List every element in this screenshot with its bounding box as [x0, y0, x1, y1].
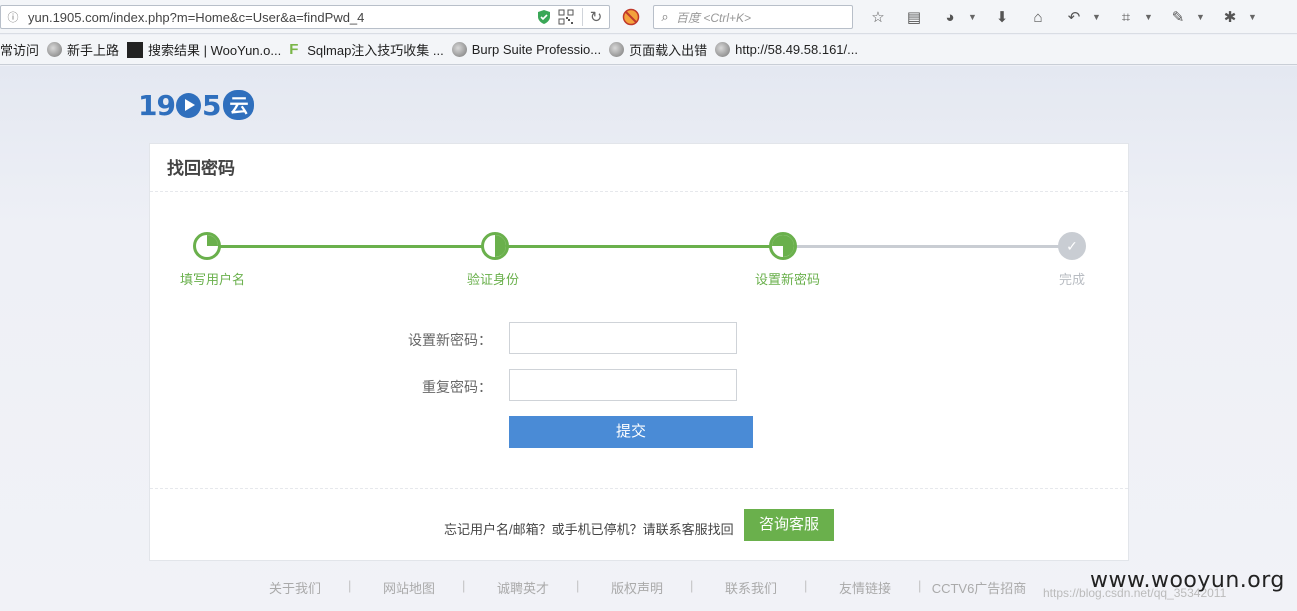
footer-link[interactable]: 诚聘英才: [462, 578, 580, 598]
bookmarks-bar: 常访问 新手上路 搜索结果 | WooYun.o... F Sqlmap注入技巧收…: [0, 35, 1297, 65]
footer-links: 关于我们 网站地图 诚聘英才 版权声明 联系我们 友情链接 CCTV6广告招商: [238, 578, 1058, 598]
step-connector: [796, 245, 1060, 248]
step-label: 填写用户名: [180, 272, 246, 287]
globe-icon: [47, 42, 63, 57]
bookmark-item[interactable]: 新手上路: [47, 40, 119, 59]
crop-icon[interactable]: ⌗: [1116, 7, 1136, 27]
footer-link[interactable]: 友情链接: [804, 578, 922, 598]
step-progress-fill: [207, 235, 218, 246]
bookmark-item[interactable]: 常访问: [0, 40, 39, 59]
repeat-password-row: 重复密码：: [150, 369, 1130, 401]
step-2-icon: [481, 232, 509, 260]
f-favicon-icon: F: [289, 41, 299, 58]
bookmark-label: 常访问: [0, 43, 40, 58]
bookmark-item[interactable]: 搜索结果 | WooYun.o...: [127, 40, 281, 59]
logo-text: 19: [138, 88, 176, 122]
shield-icon[interactable]: [536, 9, 552, 25]
chevron-down-icon[interactable]: ▼: [1248, 12, 1258, 22]
progress-steps: ✓ 填写用户名 验证身份 设置新密码 完成: [150, 232, 1130, 292]
qr-code-icon[interactable]: [558, 9, 574, 25]
search-icon: ⌕: [661, 9, 669, 24]
new-password-label: 设置新密码：: [408, 332, 492, 348]
step-label: 设置新密码: [755, 272, 821, 287]
wooyun-favicon-icon: [127, 41, 144, 58]
submit-button[interactable]: 提交: [509, 416, 753, 448]
chevron-down-icon[interactable]: ▼: [1144, 12, 1154, 22]
step-progress-fill: [783, 246, 794, 257]
chevron-down-icon[interactable]: ▼: [1196, 12, 1206, 22]
globe-icon: [715, 42, 731, 57]
bookmark-label: 搜索结果 | WooYun.o...: [148, 43, 282, 58]
address-bar[interactable]: ⓘ yun.1905.com/index.php?m=Home&c=User&a…: [0, 5, 610, 29]
globe-icon: [609, 42, 625, 57]
step-connector: [220, 245, 482, 248]
footer-link[interactable]: CCTV6广告招商: [918, 578, 1036, 598]
step-label: 完成: [1059, 272, 1086, 287]
footer-link[interactable]: 关于我们: [238, 578, 352, 598]
footer-link[interactable]: 版权声明: [576, 578, 694, 598]
play-icon: [175, 92, 201, 118]
toolbar-icons: ☆ ▤ ◕ ▼ ⬇ ⌂ ↶ ▼ ⌗ ▼ ✎ ▼ ✱ ▼: [860, 7, 1264, 27]
search-placeholder[interactable]: 百度 <Ctrl+K>: [676, 9, 751, 26]
chevron-down-icon[interactable]: ▼: [968, 12, 978, 22]
bookmark-label: http://58.49.58.161/...: [735, 42, 858, 57]
palette-icon[interactable]: ◕: [940, 7, 960, 27]
globe-icon: [451, 42, 467, 57]
reload-icon[interactable]: ↻: [583, 8, 609, 26]
footer-link[interactable]: 联系我们: [690, 578, 808, 598]
info-icon[interactable]: ⓘ: [4, 9, 22, 25]
step-connector: [508, 245, 770, 248]
bookmark-item[interactable]: 页面载入出错: [609, 40, 707, 59]
step-3-icon: [769, 232, 797, 260]
step-1-icon: [193, 232, 221, 260]
step-label: 验证身份: [467, 272, 520, 287]
step-progress-fill: [772, 235, 794, 246]
extension-icon[interactable]: ✎: [1168, 7, 1188, 27]
bookmark-label: 新手上路: [67, 43, 120, 58]
bookmark-label: Burp Suite Professio...: [471, 42, 602, 57]
footer-link[interactable]: 网站地图: [348, 578, 466, 598]
search-bar[interactable]: ⌕ 百度 <Ctrl+K>: [653, 5, 853, 29]
url-text[interactable]: yun.1905.com/index.php?m=Home&c=User&a=f…: [22, 10, 536, 25]
bookmark-item[interactable]: Burp Suite Professio...: [451, 42, 602, 57]
browser-toolbar: ⓘ yun.1905.com/index.php?m=Home&c=User&a…: [0, 0, 1297, 34]
step-progress-fill: [495, 235, 506, 257]
page-content: 19 5 云 找回密码 ✓ 填写用户名 验证身份 设置新密码 完成 设置新密码：…: [0, 66, 1297, 611]
help-text: 忘记用户名/邮箱？或手机已停机？请联系客服找回: [444, 522, 734, 537]
wooyun-watermark: www.wooyun.org: [1090, 568, 1285, 593]
undo-icon[interactable]: ↶: [1064, 7, 1084, 27]
repeat-password-input[interactable]: [509, 369, 737, 401]
site-logo[interactable]: 19 5 云: [138, 88, 255, 122]
download-icon[interactable]: ⬇: [992, 7, 1012, 27]
bug-icon[interactable]: ✱: [1220, 7, 1240, 27]
check-icon: ✓: [1058, 232, 1086, 260]
bookmark-label: Sqlmap注入技巧收集 ...: [307, 43, 444, 58]
bookmark-item[interactable]: http://58.49.58.161/...: [715, 42, 858, 57]
new-password-input[interactable]: [509, 322, 737, 354]
logo-text: 5: [201, 88, 222, 122]
home-icon[interactable]: ⌂: [1028, 7, 1048, 27]
logo-cloud: 云: [223, 90, 255, 120]
find-password-card: 找回密码 ✓ 填写用户名 验证身份 设置新密码 完成 设置新密码： 重复密码： …: [149, 143, 1129, 561]
bookmark-item[interactable]: F Sqlmap注入技巧收集 ...: [289, 40, 444, 59]
card-footer: 忘记用户名/邮箱？或手机已停机？请联系客服找回 咨询客服: [150, 488, 1128, 561]
chevron-down-icon[interactable]: ▼: [1092, 12, 1102, 22]
new-password-row: 设置新密码：: [150, 322, 1130, 354]
page-title: 找回密码: [150, 144, 1128, 192]
bookmark-label: 页面载入出错: [629, 43, 708, 58]
repeat-password-label: 重复密码：: [422, 379, 492, 395]
adblock-icon[interactable]: [622, 8, 640, 26]
reading-list-icon[interactable]: ▤: [904, 7, 924, 27]
customer-service-button[interactable]: 咨询客服: [744, 509, 834, 541]
bookmark-star-icon[interactable]: ☆: [868, 7, 888, 27]
